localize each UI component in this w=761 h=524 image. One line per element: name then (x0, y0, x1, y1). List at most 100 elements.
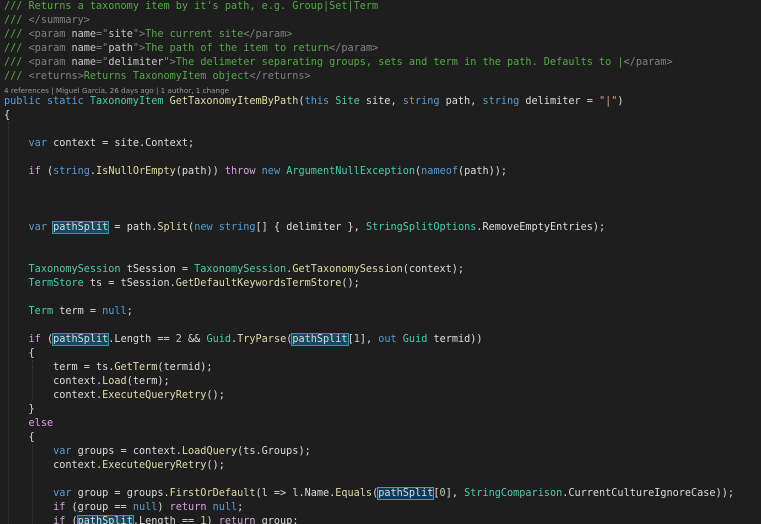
code-line[interactable]: } (4, 403, 35, 417)
code-token: Term (28, 306, 60, 317)
code-line[interactable]: var group = groups.FirstOrDefault(l => l… (4, 487, 734, 501)
code-token: string (53, 166, 90, 177)
code-line[interactable]: context.ExecuteQueryRetry(); (4, 459, 225, 473)
code-token: Guid (206, 334, 231, 345)
code-token: Split (157, 222, 189, 233)
code-token: <param (28, 43, 72, 54)
code-token: =" (96, 29, 109, 40)
code-token: ; (237, 502, 244, 513)
code-line[interactable]: { (4, 431, 35, 445)
code-token: (path)); (457, 166, 508, 177)
code-token: /// (4, 43, 29, 54)
code-token: if (53, 502, 72, 513)
code-token: if (28, 334, 47, 345)
code-line[interactable]: { (4, 109, 10, 123)
code-line[interactable]: var context = site.Context; (4, 137, 195, 151)
code-line[interactable]: /// <param name="site">The current site<… (4, 28, 292, 42)
code-token: group = groups. (77, 488, 170, 499)
code-line[interactable]: TermStore ts = tSession.GetDefaultKeywor… (4, 277, 360, 291)
code-token: .Length == (132, 516, 201, 524)
code-token: return (218, 516, 262, 524)
code-token: ( (71, 516, 78, 524)
code-token: GetTaxonomySession (292, 264, 403, 275)
code-line[interactable]: { (4, 347, 35, 361)
reference-highlight: pathSplit (76, 515, 134, 524)
code-token: nameof (421, 166, 458, 177)
code-line[interactable]: /// Returns a taxonomy item by it's path… (4, 0, 378, 14)
code-token: TaxonomySession (194, 264, 287, 275)
code-token: context = site.Context; (53, 138, 195, 149)
code-token: term = (59, 306, 103, 317)
code-line[interactable]: /// <param name="path">The path of the i… (4, 42, 378, 56)
code-line[interactable]: /// </summary> (4, 14, 90, 28)
code-line[interactable]: else (4, 417, 54, 431)
code-line[interactable]: if (pathSplit.Length == 1) return group; (4, 515, 298, 524)
code-token: .Length == (108, 334, 176, 345)
code-token: Equals (335, 488, 373, 499)
code-token: ) (157, 502, 170, 513)
code-token: (ts.Groups); (237, 446, 311, 457)
code-token: (); (341, 278, 360, 289)
code-line[interactable]: if (string.IsNullOrEmpty(path)) throw ne… (4, 165, 508, 179)
code-token: var (53, 446, 78, 457)
code-token: site, (365, 96, 403, 107)
code-token: var (53, 488, 78, 499)
code-token: </returns> (249, 71, 311, 82)
code-token: && (188, 334, 207, 345)
code-token: TermStore (28, 278, 90, 289)
code-token: /// (4, 57, 29, 68)
code-line[interactable]: public static TaxonomyItem GetTaxonomyIt… (4, 95, 624, 109)
code-token: if (53, 516, 72, 524)
selected-reference: pathSplit (377, 487, 435, 500)
code-token: ) (206, 516, 219, 524)
code-line[interactable]: /// <returns>Returns TaxonomyItem object… (4, 70, 311, 84)
code-token: path (108, 43, 133, 54)
code-line[interactable]: var groups = context.LoadQuery(ts.Groups… (4, 445, 311, 459)
code-token: group; (261, 516, 299, 524)
code-token: (group == (71, 502, 133, 513)
code-token: context. (4, 460, 103, 471)
code-token: ExecuteQueryRetry (102, 460, 207, 471)
code-editor[interactable]: 4 references | Miguel Garcia, 26 days ag… (0, 0, 761, 524)
code-token: (); (206, 460, 225, 471)
code-line[interactable]: if (pathSplit.Length == 2 && Guid.TryPar… (4, 333, 483, 347)
code-token: "|" (599, 96, 618, 107)
code-token: ) (617, 96, 624, 107)
code-token: /// (4, 71, 29, 82)
code-token: out (378, 334, 403, 345)
code-line[interactable]: var pathSplit = path.Split(new string[] … (4, 221, 605, 235)
code-token: .RemoveEmptyEntries); (476, 222, 606, 233)
code-token: string (218, 222, 256, 233)
code-token: 2 (175, 334, 189, 345)
code-line[interactable]: if (group == null) return null; (4, 501, 243, 515)
code-token: name (71, 43, 97, 54)
code-token: string (482, 96, 526, 107)
code-token: var (28, 138, 54, 149)
code-token: null (212, 502, 238, 513)
code-line[interactable]: context.ExecuteQueryRetry(); (4, 389, 225, 403)
code-token: groups = context. (77, 446, 182, 457)
code-token: GetTerm (114, 362, 158, 373)
code-token: TaxonomySession (28, 264, 127, 275)
code-line[interactable]: context.Load(term); (4, 375, 170, 389)
code-token: ; (126, 306, 133, 317)
code-line[interactable]: Term term = null; (4, 305, 133, 319)
code-line[interactable]: /// <param name="delimiter">The delimete… (4, 56, 673, 70)
code-line[interactable]: term = ts.GetTerm(termid); (4, 361, 212, 375)
code-token: string (402, 96, 446, 107)
code-token: Guid (402, 334, 434, 345)
code-token: =" (96, 43, 109, 54)
code-token: StringSplitOptions (365, 222, 477, 233)
code-token: "> (163, 57, 176, 68)
code-token: public (4, 96, 47, 107)
code-line[interactable]: TaxonomySession tSession = TaxonomySessi… (4, 263, 465, 277)
code-token: (l => l.Name. (255, 488, 336, 499)
code-token: The delimeter separating groups, sets an… (175, 57, 624, 68)
